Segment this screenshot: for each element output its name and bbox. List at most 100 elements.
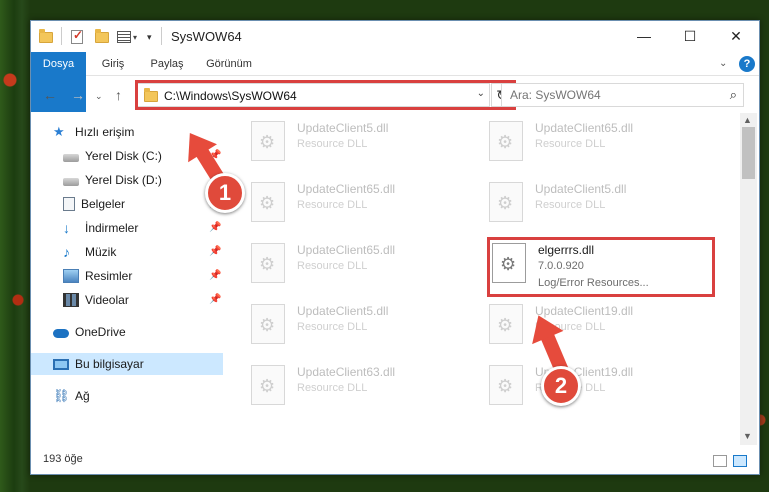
expand-ribbon-icon[interactable]: ⌄ bbox=[719, 58, 727, 69]
dll-file-icon bbox=[251, 365, 285, 405]
sidebar-item-onedrive[interactable]: OneDrive bbox=[31, 321, 223, 343]
file-tile[interactable]: UpdateClient65.dll Resource DLL bbox=[251, 180, 481, 240]
title-bar: ▾ ▾ SysWOW64 — ☐ ✕ bbox=[31, 21, 759, 52]
back-arrow-icon[interactable]: ← bbox=[43, 87, 57, 103]
file-description: Resource DLL bbox=[297, 382, 368, 394]
network-icon: ⛓ bbox=[53, 388, 70, 403]
music-icon: ♪ bbox=[63, 244, 70, 260]
vertical-scrollbar[interactable]: ▲ ▼ bbox=[740, 113, 757, 445]
search-input[interactable] bbox=[510, 88, 710, 102]
sidebar-item-this-pc[interactable]: Bu bilgisayar bbox=[31, 353, 223, 375]
star-icon: ★ bbox=[53, 124, 65, 139]
properties-check-icon[interactable] bbox=[71, 28, 83, 45]
dll-file-icon bbox=[489, 121, 523, 161]
tab-file[interactable]: Dosya bbox=[31, 52, 86, 112]
sidebar-item-network[interactable]: ⛓ Ağ bbox=[31, 385, 223, 407]
file-description: Resource DLL bbox=[297, 321, 368, 333]
sidebar-item-downloads[interactable]: ↓ İndirmeler 📌 bbox=[31, 217, 223, 239]
sidebar-item-label: Belgeler bbox=[81, 197, 126, 211]
minimize-button[interactable]: — bbox=[621, 21, 667, 51]
search-icon[interactable]: ⌕ bbox=[730, 87, 737, 103]
file-tile[interactable]: UpdateClient65.dll Resource DLL bbox=[251, 241, 481, 301]
sidebar-item-documents[interactable]: Belgeler 📌 bbox=[31, 193, 223, 215]
pin-icon[interactable]: 📌 bbox=[209, 222, 221, 233]
file-highlight bbox=[487, 237, 715, 297]
sidebar-item-label: Resimler bbox=[85, 269, 133, 283]
sidebar-item-label: Bu bilgisayar bbox=[75, 357, 144, 371]
close-button[interactable]: ✕ bbox=[713, 21, 759, 51]
sidebar-item-label: İndirmeler bbox=[85, 221, 139, 235]
dll-file-icon bbox=[489, 182, 523, 222]
dll-file-icon bbox=[251, 182, 285, 222]
details-view-icon[interactable] bbox=[713, 455, 727, 467]
dll-file-icon bbox=[489, 365, 523, 405]
tab-home[interactable]: Giriş bbox=[93, 52, 133, 76]
file-description: Resource DLL bbox=[297, 138, 368, 150]
tab-share[interactable]: Paylaş bbox=[145, 52, 189, 76]
sidebar-item-label: Hızlı erişim bbox=[75, 125, 135, 139]
file-description: Resource DLL bbox=[535, 199, 606, 211]
file-description: Resource DLL bbox=[535, 138, 606, 150]
sidebar-item-label: Yerel Disk (D:) bbox=[85, 173, 162, 187]
dll-file-icon bbox=[489, 304, 523, 344]
downloads-icon: ↓ bbox=[63, 220, 70, 236]
sidebar-item-label: OneDrive bbox=[75, 325, 126, 339]
separator bbox=[161, 27, 162, 45]
sidebar-item-label: Ağ bbox=[75, 389, 90, 403]
forward-arrow-icon[interactable]: → bbox=[71, 87, 85, 103]
step-2-badge: 2 bbox=[541, 366, 581, 406]
scrollbar-thumb[interactable] bbox=[742, 127, 755, 179]
file-explorer-window: ▾ ▾ SysWOW64 — ☐ ✕ Dosya Giriş Paylaş Gö… bbox=[30, 20, 760, 475]
file-tile[interactable]: UpdateClient5.dll Resource DLL bbox=[489, 180, 719, 240]
file-tile[interactable]: UpdateClient63.dll Resource DLL bbox=[251, 363, 481, 423]
file-tile[interactable]: UpdateClient19.dll Resource DLL bbox=[489, 302, 719, 362]
sidebar-item-label: Müzik bbox=[85, 245, 117, 259]
step-1-badge: 1 bbox=[205, 173, 245, 213]
file-name: UpdateClient65.dll bbox=[535, 121, 634, 135]
file-tile[interactable]: UpdateClient5.dll Resource DLL bbox=[251, 119, 481, 179]
file-name: UpdateClient65.dll bbox=[297, 182, 396, 196]
file-name: UpdateClient5.dll bbox=[297, 304, 389, 318]
separator bbox=[61, 27, 62, 45]
tiles-view-icon[interactable] bbox=[733, 455, 747, 467]
navigation-pane: ★ Hızlı erişim Yerel Disk (C:) 📌 Yerel D… bbox=[31, 113, 227, 445]
scroll-up-icon[interactable]: ▲ bbox=[743, 115, 752, 125]
dll-file-icon bbox=[251, 304, 285, 344]
sidebar-item-local-disk-d[interactable]: Yerel Disk (D:) 📌 bbox=[31, 169, 223, 191]
customize-toolbar-icon[interactable]: ▾ bbox=[147, 29, 152, 45]
file-tile[interactable]: UpdateClient5.dll Resource DLL bbox=[251, 302, 481, 362]
drive-icon bbox=[63, 153, 79, 162]
pin-icon[interactable]: 📌 bbox=[209, 294, 221, 305]
sidebar-item-pictures[interactable]: Resimler 📌 bbox=[31, 265, 223, 287]
sidebar-item-music[interactable]: ♪ Müzik 📌 bbox=[31, 241, 223, 263]
status-bar: 193 öğe bbox=[31, 449, 759, 473]
item-count: 193 öğe bbox=[43, 453, 83, 465]
properties-icon[interactable]: ▾ bbox=[117, 29, 137, 45]
file-description: Resource DLL bbox=[297, 260, 368, 272]
dll-file-icon bbox=[251, 121, 285, 161]
up-arrow-icon[interactable]: ↑ bbox=[115, 87, 122, 103]
documents-icon bbox=[63, 197, 75, 211]
tab-view[interactable]: Görünüm bbox=[201, 52, 257, 76]
videos-icon bbox=[63, 293, 79, 307]
file-description: Resource DLL bbox=[297, 199, 368, 211]
help-icon[interactable]: ? bbox=[739, 56, 755, 72]
recent-locations-icon[interactable]: ⌄ bbox=[95, 91, 103, 102]
ribbon-tabs: Dosya Giriş Paylaş Görünüm ⌄ ? bbox=[31, 52, 759, 112]
pin-icon[interactable]: 📌 bbox=[209, 270, 221, 281]
sidebar-item-videos[interactable]: Videolar 📌 bbox=[31, 289, 223, 311]
file-name: UpdateClient65.dll bbox=[297, 243, 396, 257]
scroll-down-icon[interactable]: ▼ bbox=[743, 431, 752, 441]
file-tile[interactable]: UpdateClient19.dll Resource DLL bbox=[489, 363, 719, 423]
pin-icon[interactable]: 📌 bbox=[209, 246, 221, 257]
file-tile[interactable]: UpdateClient65.dll Resource DLL bbox=[489, 119, 719, 179]
new-folder-icon[interactable] bbox=[95, 28, 109, 45]
pictures-icon bbox=[63, 269, 79, 283]
file-name: UpdateClient5.dll bbox=[297, 121, 389, 135]
search-box[interactable]: ⌕ bbox=[501, 83, 744, 107]
maximize-button[interactable]: ☐ bbox=[667, 21, 713, 51]
sidebar-item-label: Videolar bbox=[85, 293, 129, 307]
window-title: SysWOW64 bbox=[171, 29, 242, 44]
file-name: UpdateClient5.dll bbox=[535, 182, 627, 196]
onedrive-icon bbox=[53, 329, 69, 338]
